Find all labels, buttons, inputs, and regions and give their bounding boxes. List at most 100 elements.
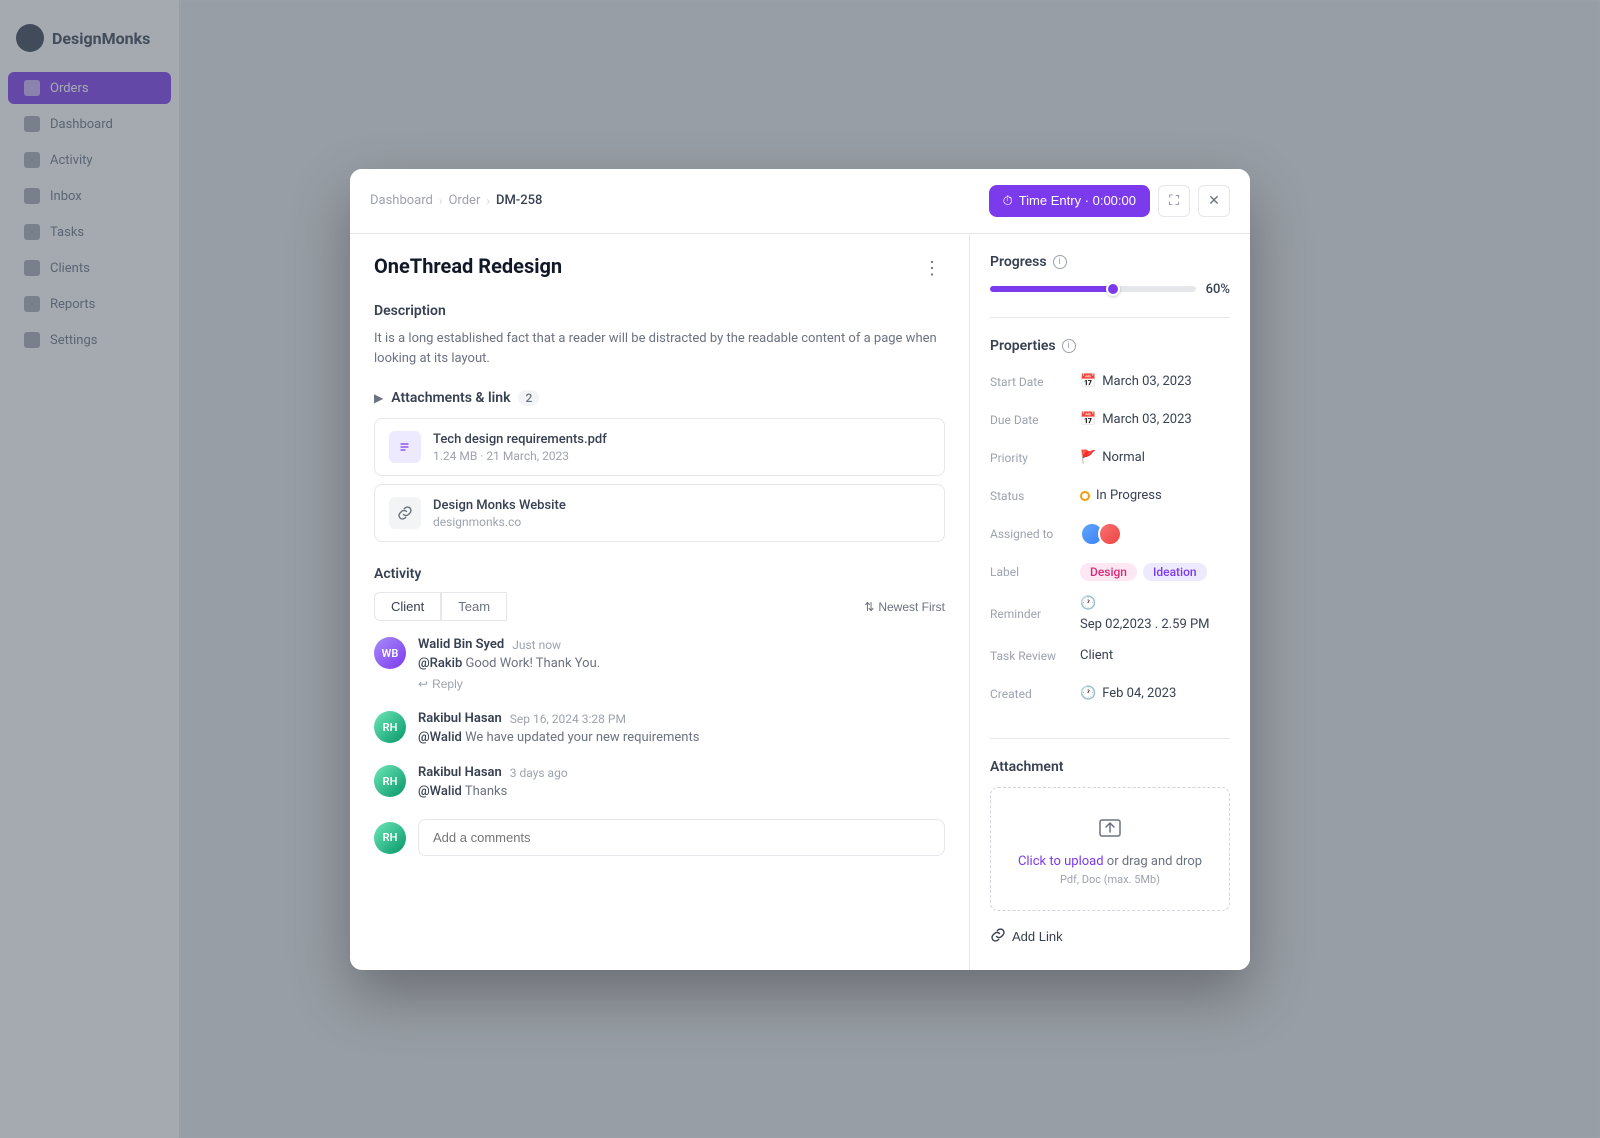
assigned-avatar-2: [1098, 522, 1122, 546]
comment-author-3: Rakibul Hasan: [418, 765, 502, 780]
file-meta: 1.24 MB · 21 March, 2023: [433, 449, 607, 463]
link-icon: [389, 497, 421, 529]
reminder-value[interactable]: 🕐 Sep 02,2023 . 2.59 PM: [1080, 596, 1230, 632]
clock-icon-created: 🕐: [1080, 686, 1096, 701]
property-label: Label Design Ideation: [990, 558, 1230, 586]
property-start-date: Start Date 📅 March 03, 2023: [990, 368, 1230, 396]
property-reminder: Reminder 🕐 Sep 02,2023 . 2.59 PM: [990, 596, 1230, 632]
avatar-rakibul-1: RH: [374, 711, 406, 743]
breadcrumb-dashboard[interactable]: Dashboard: [370, 193, 433, 208]
add-link-button[interactable]: Add Link: [990, 923, 1063, 950]
avatar-rakibul-2: RH: [374, 765, 406, 797]
comment-row-1: WB Walid Bin Syed Just now @Rakib Good W…: [374, 637, 945, 691]
task-title: OneThread Redesign: [374, 254, 562, 278]
upload-text: Click to upload or drag and drop: [1007, 854, 1213, 869]
link-name: Design Monks Website: [433, 498, 566, 513]
breadcrumb-sep-1: ›: [439, 194, 443, 208]
due-date-value[interactable]: 📅 March 03, 2023: [1080, 412, 1192, 427]
right-panel: Progress i 60% Prop: [970, 234, 1250, 970]
start-date-value[interactable]: 📅 March 03, 2023: [1080, 374, 1192, 389]
add-link-label: Add Link: [1012, 929, 1063, 944]
left-panel: OneThread Redesign ⋮ Description It is a…: [350, 234, 970, 970]
breadcrumb-sep-2: ›: [486, 194, 490, 208]
comment-header-2: Rakibul Hasan Sep 16, 2024 3:28 PM: [418, 711, 699, 726]
expand-icon: ⛶: [1169, 192, 1179, 209]
label-ideation[interactable]: Ideation: [1143, 563, 1207, 581]
progress-value: 60%: [1206, 282, 1230, 297]
attachment-file-item[interactable]: Tech design requirements.pdf 1.24 MB · 2…: [374, 418, 945, 476]
expand-button[interactable]: ⛶: [1158, 185, 1190, 217]
modal-body: OneThread Redesign ⋮ Description It is a…: [350, 234, 1250, 970]
attachments-label: Attachments & link: [391, 390, 510, 406]
progress-header: Progress i: [990, 254, 1230, 270]
start-date-text: March 03, 2023: [1102, 374, 1192, 389]
tab-team[interactable]: Team: [441, 592, 507, 621]
reminder-label: Reminder: [990, 607, 1080, 621]
upload-text-rest: or drag and drop: [1104, 854, 1202, 869]
assigned-to-value[interactable]: [1080, 522, 1122, 546]
upload-link[interactable]: Click to upload: [1018, 854, 1104, 869]
breadcrumb-current: DM-258: [496, 193, 542, 208]
calendar-icon-start: 📅: [1080, 374, 1096, 389]
chain-icon: [990, 927, 1006, 946]
close-button[interactable]: ✕: [1198, 185, 1230, 217]
sort-label: Newest First: [878, 600, 945, 614]
priority-value[interactable]: 🚩 Normal: [1080, 450, 1145, 465]
comment-input[interactable]: [418, 819, 945, 856]
close-icon: ✕: [1208, 192, 1220, 209]
comment-header-3: Rakibul Hasan 3 days ago: [418, 765, 568, 780]
task-modal: Dashboard › Order › DM-258 ⏱ Time Entry …: [350, 169, 1250, 970]
status-label: Status: [990, 489, 1080, 503]
sort-icon: ⇅: [864, 600, 874, 614]
tab-client[interactable]: Client: [374, 592, 441, 621]
due-date-label: Due Date: [990, 413, 1080, 427]
description-text: It is a long established fact that a rea…: [374, 329, 945, 371]
upload-icon: [1007, 812, 1213, 846]
avatar-current-user: RH: [374, 822, 406, 854]
reply-button-1[interactable]: ↩ Reply: [418, 677, 463, 691]
progress-bar-track[interactable]: [990, 286, 1196, 292]
breadcrumb-order[interactable]: Order: [448, 193, 480, 208]
comment-content-1: Walid Bin Syed Just now @Rakib Good Work…: [418, 637, 600, 691]
more-options-button[interactable]: ⋮: [919, 254, 945, 283]
task-review-value[interactable]: Client: [1080, 648, 1113, 663]
file-icon: [389, 431, 421, 463]
link-attachment-info: Design Monks Website designmonks.co: [433, 498, 566, 529]
property-status: Status In Progress: [990, 482, 1230, 510]
comment-content-2: Rakibul Hasan Sep 16, 2024 3:28 PM @Wali…: [418, 711, 699, 745]
comment-time-3: 3 days ago: [510, 766, 568, 780]
modal-overlay[interactable]: Dashboard › Order › DM-258 ⏱ Time Entry …: [0, 0, 1600, 1138]
status-value[interactable]: In Progress: [1080, 488, 1162, 503]
progress-bar-container: 60%: [990, 282, 1230, 297]
attachments-header[interactable]: ▶ Attachments & link 2: [374, 390, 945, 406]
breadcrumb: Dashboard › Order › DM-258: [370, 193, 542, 208]
properties-header: Properties i: [990, 338, 1230, 354]
property-due-date: Due Date 📅 March 03, 2023: [990, 406, 1230, 434]
description-label: Description: [374, 303, 945, 319]
upload-area[interactable]: Click to upload or drag and drop Pdf, Do…: [990, 787, 1230, 911]
time-entry-button[interactable]: ⏱ Time Entry · 0:00:00: [989, 185, 1150, 217]
attachment-link-item[interactable]: Design Monks Website designmonks.co: [374, 484, 945, 542]
reply-icon: ↩: [418, 677, 428, 691]
attachment-upload-section: Attachment Click to upload or drag and d…: [990, 759, 1230, 950]
created-text: Feb 04, 2023: [1102, 686, 1176, 701]
start-date-label: Start Date: [990, 375, 1080, 389]
modal-header: Dashboard › Order › DM-258 ⏱ Time Entry …: [350, 169, 1250, 234]
label-value[interactable]: Design Ideation: [1080, 563, 1207, 581]
created-label: Created: [990, 687, 1080, 701]
clock-icon-reminder: 🕐: [1080, 596, 1096, 611]
comment-author-2: Rakibul Hasan: [418, 711, 502, 726]
file-attachment-info: Tech design requirements.pdf 1.24 MB · 2…: [433, 432, 607, 463]
label-design[interactable]: Design: [1080, 563, 1137, 581]
sort-button[interactable]: ⇅ Newest First: [864, 600, 945, 614]
mention-1: @Rakib: [418, 656, 462, 671]
task-review-text: Client: [1080, 648, 1113, 663]
created-value: 🕐 Feb 04, 2023: [1080, 686, 1176, 701]
attachments-count: 2: [518, 390, 539, 406]
properties-section: Properties i Start Date 📅 March 03, 2023: [990, 338, 1230, 739]
priority-label: Priority: [990, 451, 1080, 465]
activity-label: Activity: [374, 566, 945, 582]
property-assigned-to: Assigned to: [990, 520, 1230, 548]
property-task-review: Task Review Client: [990, 642, 1230, 670]
status-dot: [1080, 491, 1090, 501]
